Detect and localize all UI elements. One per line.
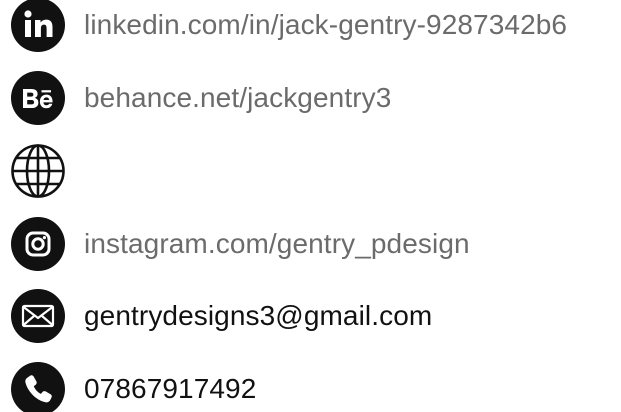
contact-row-instagram[interactable]: instagram.com/gentry_pdesign	[0, 216, 621, 272]
contact-row-website	[0, 143, 621, 199]
linkedin-link[interactable]: linkedin.com/in/jack-gentry-9287342b6	[84, 9, 567, 41]
contact-row-linkedin[interactable]: linkedin.com/in/jack-gentry-9287342b6	[0, 0, 621, 53]
behance-link[interactable]: behance.net/jackgentry3	[84, 82, 391, 114]
instagram-icon	[11, 217, 65, 271]
globe-icon	[11, 144, 65, 198]
email-link[interactable]: gentrydesigns3@gmail.com	[84, 300, 432, 332]
email-icon	[11, 289, 65, 343]
contact-row-phone[interactable]: 07867917492	[0, 361, 621, 412]
phone-number[interactable]: 07867917492	[84, 373, 256, 405]
instagram-link[interactable]: instagram.com/gentry_pdesign	[84, 228, 470, 260]
phone-icon	[11, 362, 65, 412]
contact-row-behance[interactable]: behance.net/jackgentry3	[0, 70, 621, 126]
behance-icon	[11, 71, 65, 125]
linkedin-icon	[11, 0, 65, 52]
contact-row-email[interactable]: gentrydesigns3@gmail.com	[0, 288, 621, 344]
